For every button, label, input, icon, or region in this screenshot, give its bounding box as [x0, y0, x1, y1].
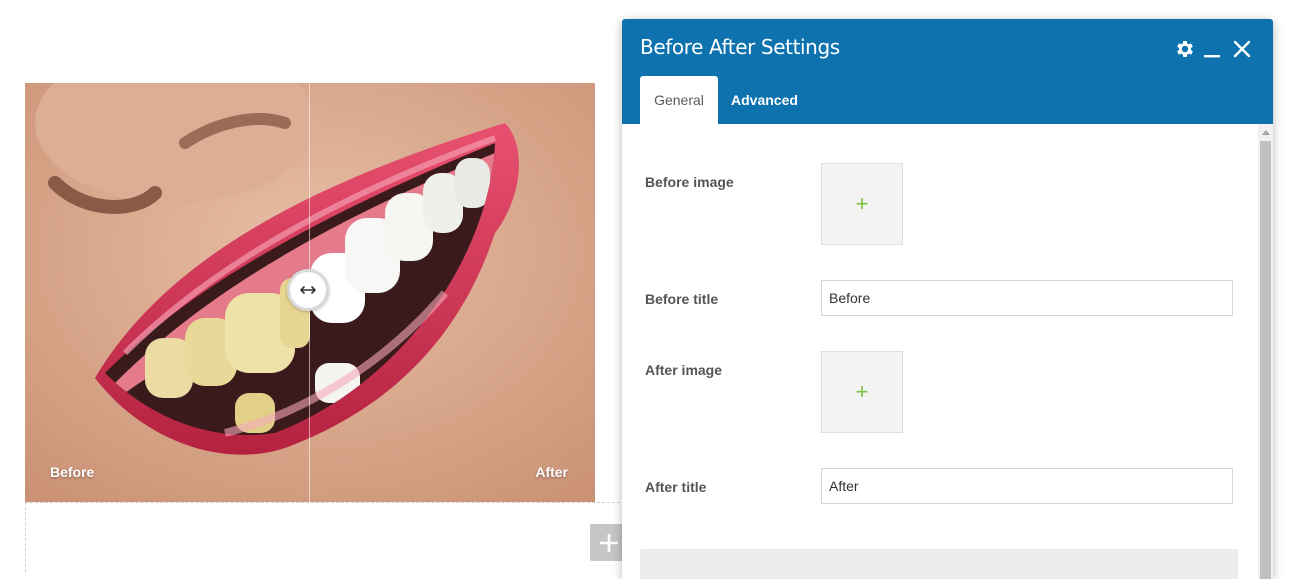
- after-title-label: After title: [645, 479, 707, 495]
- after-title-input[interactable]: [821, 468, 1233, 504]
- panel-body: Before image + Before title After image …: [622, 124, 1258, 579]
- minimize-icon: [1204, 55, 1220, 58]
- horizontal-arrows-icon: [300, 286, 316, 294]
- panel-footer-bar: [640, 549, 1238, 579]
- before-image-upload[interactable]: +: [821, 163, 903, 245]
- module-outline: [25, 502, 625, 572]
- panel-scrollbar[interactable]: [1258, 124, 1273, 579]
- triangle-up-icon: [1261, 130, 1270, 135]
- scrollbar-thumb[interactable]: [1260, 141, 1271, 579]
- after-label: After: [535, 464, 568, 480]
- slider-handle[interactable]: [287, 269, 329, 311]
- after-image-label: After image: [645, 362, 723, 378]
- plus-icon: [600, 533, 618, 552]
- before-title-input[interactable]: [821, 280, 1233, 316]
- gear-icon: [1177, 41, 1193, 57]
- panel-header[interactable]: Before After Settings General Advanced: [622, 19, 1273, 124]
- settings-panel: Before After Settings General Advanced B…: [622, 19, 1273, 579]
- tab-general[interactable]: General: [640, 76, 718, 124]
- minimize-button[interactable]: [1201, 38, 1223, 60]
- before-after-slider[interactable]: Before After: [25, 83, 595, 502]
- before-image-label: Before image: [645, 174, 734, 190]
- scroll-up-button[interactable]: [1258, 124, 1273, 140]
- before-label: Before: [50, 464, 95, 480]
- close-icon: [1233, 40, 1251, 58]
- plus-icon: +: [855, 191, 869, 216]
- plus-icon: +: [855, 379, 869, 404]
- close-button[interactable]: [1231, 38, 1253, 60]
- tab-advanced[interactable]: Advanced: [718, 76, 811, 124]
- before-title-label: Before title: [645, 291, 719, 307]
- settings-button[interactable]: [1174, 38, 1196, 60]
- after-image-upload[interactable]: +: [821, 351, 903, 433]
- panel-title: Before After Settings: [640, 35, 840, 59]
